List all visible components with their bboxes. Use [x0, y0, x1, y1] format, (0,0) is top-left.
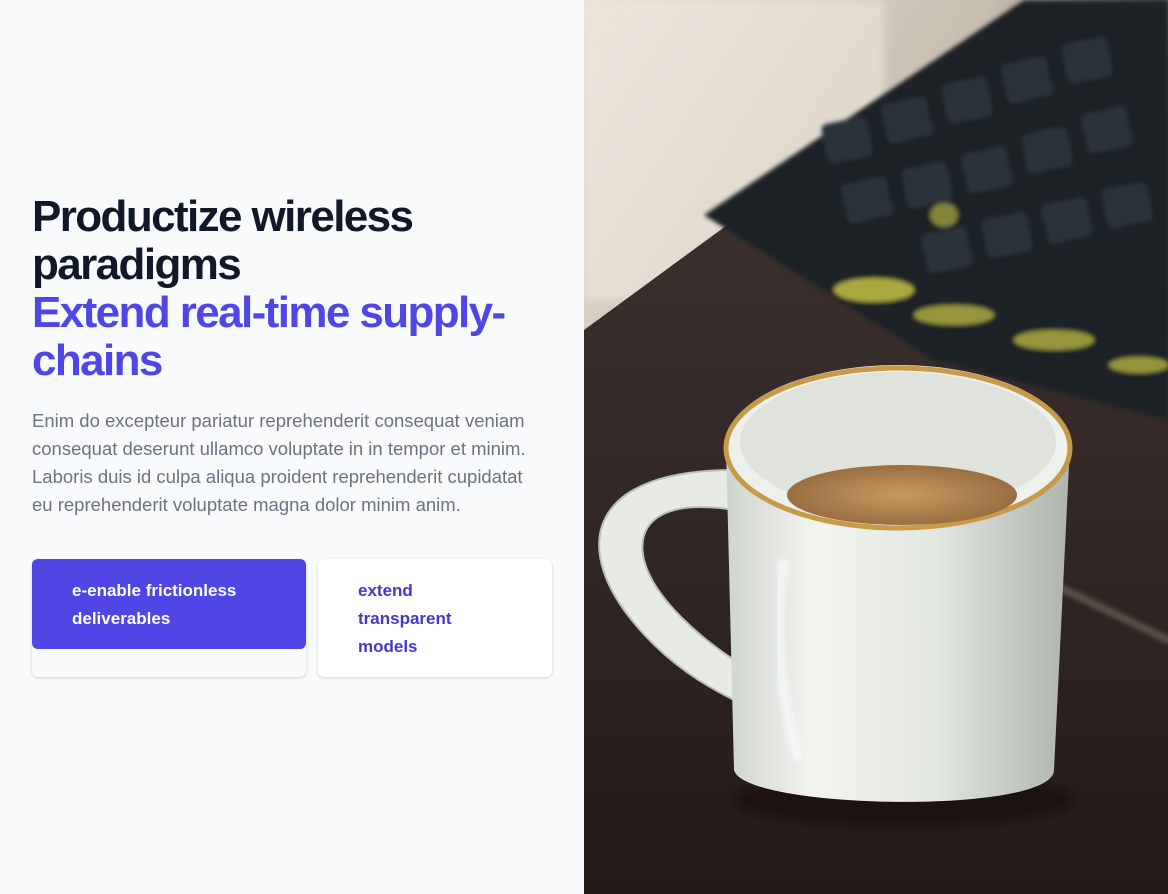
coffee-cup-photo	[584, 0, 1168, 894]
hero-title: Productize wireless paradigms	[32, 192, 414, 289]
hero-image	[584, 0, 1168, 894]
secondary-cta-button[interactable]: extend transparent models	[318, 559, 552, 677]
hero-subtitle: Extend real-time supply-chains	[32, 288, 506, 385]
hero-buttons: e-enable frictionless deliverables exten…	[32, 559, 552, 677]
hero-text-panel: Productize wireless paradigms Extend rea…	[0, 0, 584, 894]
hero-content: Productize wireless paradigms Extend rea…	[32, 193, 552, 677]
primary-cta-button[interactable]: e-enable frictionless deliverables	[32, 559, 306, 649]
secondary-cta-label: extend transparent models	[358, 581, 452, 656]
hero-headline: Productize wireless paradigms Extend rea…	[32, 193, 552, 385]
primary-button-wrapper: e-enable frictionless deliverables	[32, 559, 306, 677]
hero-description: Enim do excepteur pariatur reprehenderit…	[32, 410, 526, 515]
